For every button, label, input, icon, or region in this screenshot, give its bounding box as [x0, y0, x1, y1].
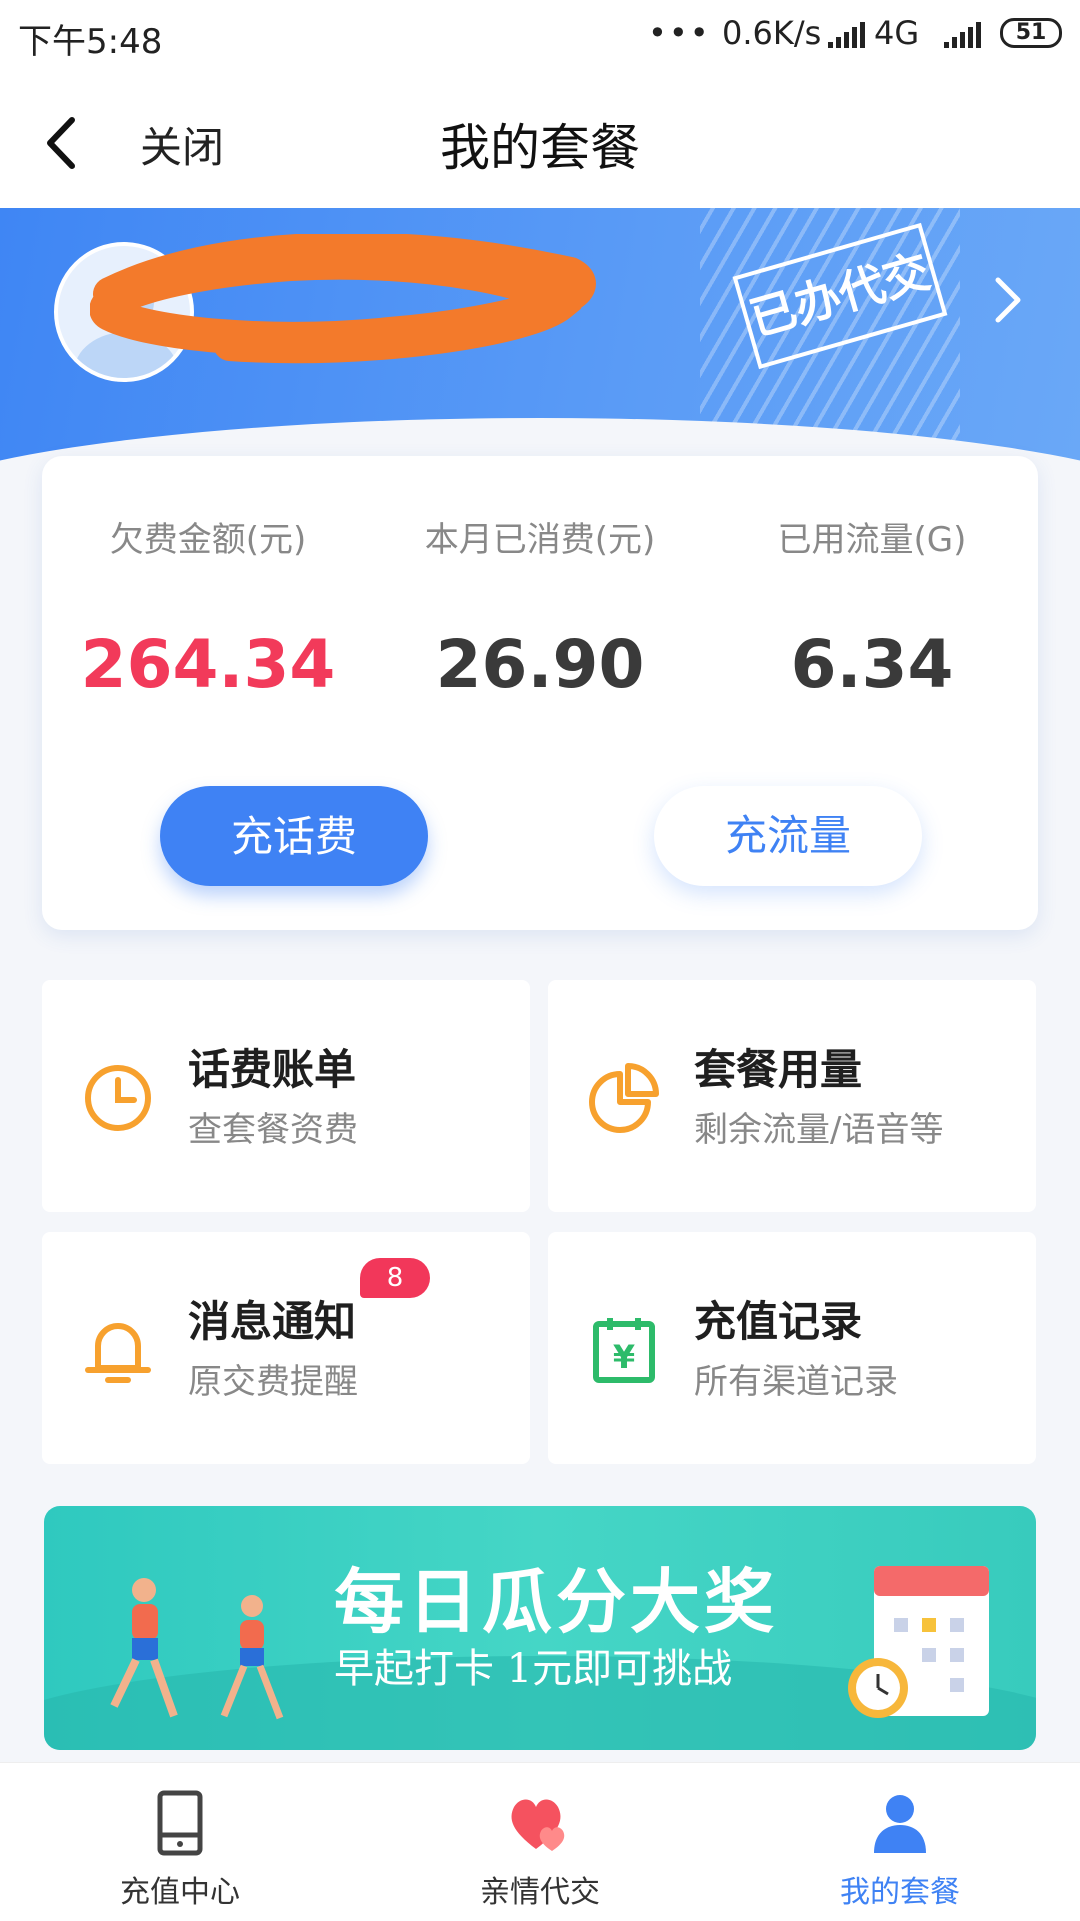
tile-title: 消息通知: [188, 1297, 357, 1346]
promo-title: 每日瓜分大奖: [334, 1561, 778, 1643]
status-bar: 下午5:48 ••• 0.6K/s 4G 51: [0, 0, 1080, 78]
tab-family-pay[interactable]: 亲情代交: [360, 1763, 720, 1921]
user-icon: [874, 1795, 926, 1853]
status-speed: 0.6K/s: [722, 14, 822, 52]
tile-bill[interactable]: 话费账单 查套餐资费: [42, 980, 530, 1212]
tile-title: 充值记录: [694, 1297, 863, 1346]
tile-subtitle: 原交费提醒: [188, 1362, 358, 1402]
recharge-call-button[interactable]: 充话费: [160, 786, 428, 886]
tile-subtitle: 所有渠道记录: [694, 1362, 898, 1402]
signal-icon: [828, 22, 865, 48]
stat-value: 6.34: [790, 626, 954, 703]
svg-text:¥: ¥: [613, 1338, 635, 1376]
battery-icon: 51: [1000, 18, 1062, 48]
status-dots: •••: [648, 14, 711, 52]
phone-icon: [157, 1790, 203, 1856]
balance-card: 欠费金额(元) 264.34 本月已消费(元) 26.90 已用流量(G) 6.…: [42, 456, 1038, 930]
stat-value: 264.34: [80, 626, 336, 703]
calendar-clock-illustration: [848, 1566, 989, 1718]
tab-label: 充值中心: [120, 1875, 240, 1910]
status-time: 下午5:48: [18, 22, 163, 62]
tile-title: 套餐用量: [694, 1045, 863, 1094]
stat-value: 26.90: [435, 626, 645, 703]
clock-icon: [85, 1065, 151, 1131]
stat-label: 已用流量(G): [777, 520, 967, 560]
account-header[interactable]: 已办代交: [0, 208, 1080, 498]
runners-illustration: [110, 1578, 284, 1720]
tile-subtitle: 查套餐资费: [188, 1110, 358, 1150]
tab-label: 我的套餐: [840, 1875, 960, 1910]
promo-banner[interactable]: 每日瓜分大奖 早起打卡 1元即可挑战: [44, 1506, 1036, 1750]
status-network: 4G: [874, 14, 920, 52]
tile-subtitle: 剩余流量/语音等: [694, 1110, 944, 1150]
hearts-icon: [511, 1799, 565, 1851]
tile-recharge-history[interactable]: ¥ 充值记录 所有渠道记录: [548, 1232, 1036, 1464]
pie-chart-icon: [589, 1063, 659, 1133]
bell-icon: [85, 1323, 151, 1383]
notification-badge: 8: [360, 1258, 430, 1298]
tab-my-plan[interactable]: 我的套餐: [720, 1763, 1080, 1921]
page-title: 我的套餐: [440, 119, 640, 177]
nav-bar: 关闭 我的套餐: [0, 78, 1080, 208]
tile-notifications[interactable]: 8 消息通知 原交费提醒: [42, 1232, 530, 1464]
tile-title: 话费账单: [188, 1045, 357, 1094]
stat-label: 本月已消费(元): [424, 520, 656, 560]
tile-usage[interactable]: 套餐用量 剩余流量/语音等: [548, 980, 1036, 1212]
redacted-account-info: [90, 234, 596, 364]
recharge-data-button[interactable]: 充流量: [654, 786, 922, 886]
tab-label: 亲情代交: [480, 1875, 600, 1910]
signal-icon: [944, 22, 981, 48]
bottom-tab-bar: 充值中心 亲情代交 我的套餐: [0, 1762, 1080, 1921]
promo-subtitle: 早起打卡 1元即可挑战: [334, 1646, 733, 1692]
yuan-calendar-icon: ¥: [593, 1318, 655, 1383]
chevron-right-icon[interactable]: [988, 270, 1028, 330]
stat-label: 欠费金额(元): [109, 520, 307, 560]
tab-recharge-center[interactable]: 充值中心: [0, 1763, 360, 1921]
